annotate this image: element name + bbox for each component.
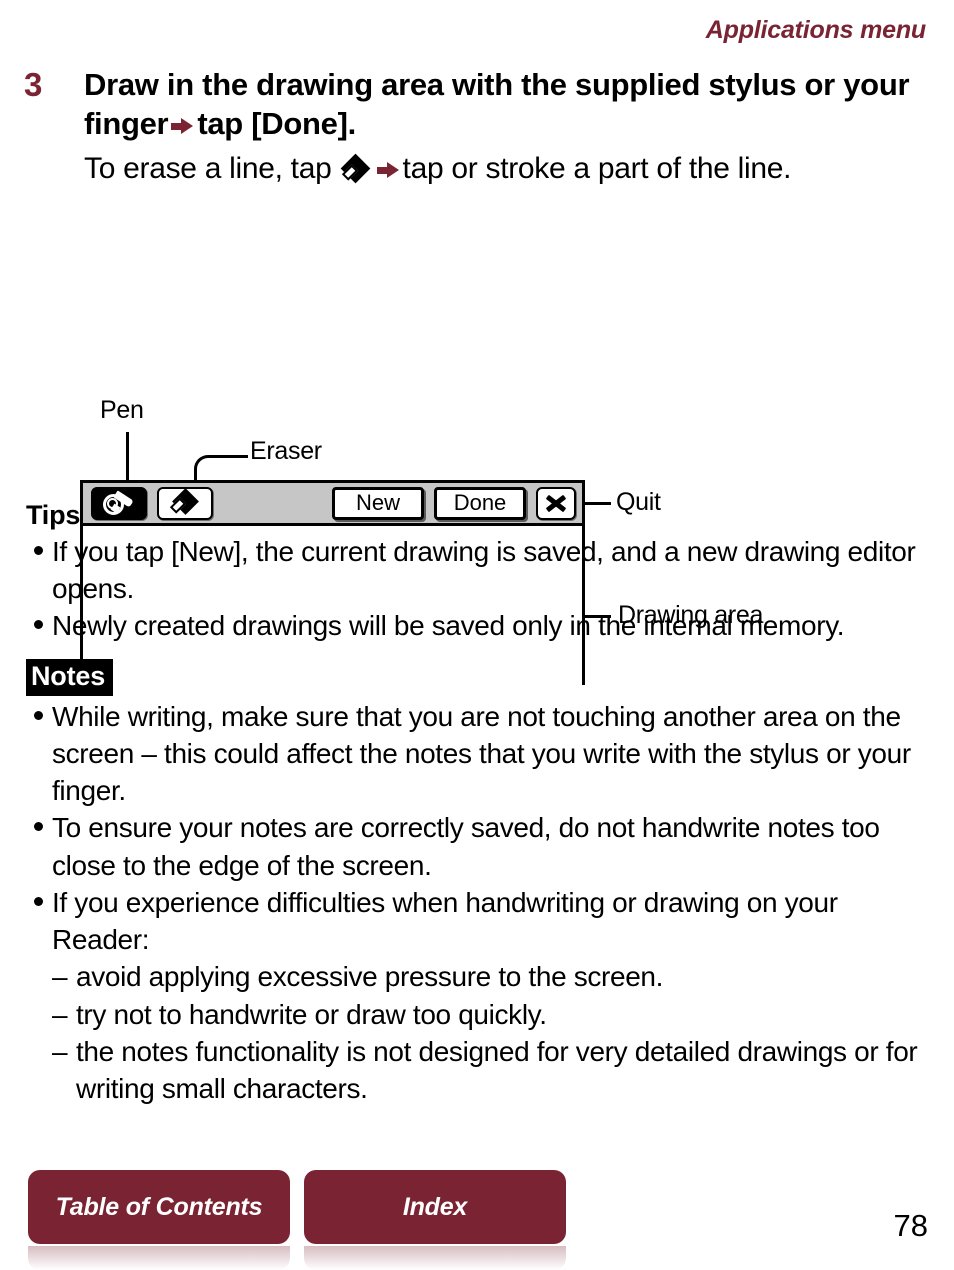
step-subtitle: To erase a line, tap tap or stroke a par… bbox=[84, 149, 930, 188]
notes-heading: Notes bbox=[26, 658, 114, 696]
list-item: While writing, make sure that you are no… bbox=[26, 698, 932, 810]
step-sub-part2: tap or stroke a part of the line. bbox=[402, 151, 792, 185]
notes-list: While writing, make sure that you are no… bbox=[26, 698, 932, 959]
list-item: Newly created drawings will be saved onl… bbox=[26, 607, 932, 644]
tips-heading: Tips bbox=[26, 500, 81, 530]
tips-list: If you tap [New], the current drawing is… bbox=[26, 533, 932, 645]
step-title: Draw in the drawing area with the suppli… bbox=[84, 66, 930, 144]
running-head: Applications menu bbox=[705, 16, 926, 44]
page-number: 78 bbox=[893, 1208, 928, 1243]
list-item: the notes functionality is not designed … bbox=[52, 1033, 932, 1107]
callout-label-pen: Pen bbox=[100, 396, 144, 424]
list-item: try not to handwrite or draw too quickly… bbox=[52, 996, 932, 1033]
step-number: 3 bbox=[24, 66, 43, 103]
arrow-right-icon bbox=[171, 116, 194, 136]
step-body: Draw in the drawing area with the suppli… bbox=[84, 66, 930, 188]
list-item: To ensure your notes are correctly saved… bbox=[26, 809, 932, 883]
list-item: avoid applying excessive pressure to the… bbox=[52, 958, 932, 995]
page-footer: Table of Contents Index 78 bbox=[0, 1160, 954, 1270]
figure-drawing-editor: Pen Eraser Quit Drawing area New Done bbox=[0, 196, 954, 685]
eraser-diamond-icon bbox=[340, 153, 372, 183]
list-item: If you tap [New], the current drawing is… bbox=[26, 533, 932, 607]
content-body: Tips If you tap [New], the current drawi… bbox=[26, 500, 932, 1107]
step-sub-part1: To erase a line, tap bbox=[84, 151, 332, 185]
step-block: 3 Draw in the drawing area with the supp… bbox=[24, 66, 930, 188]
arrow-right-icon bbox=[376, 160, 400, 180]
index-button[interactable]: Index bbox=[304, 1170, 566, 1270]
callout-leader-eraser-horizontal bbox=[215, 455, 248, 458]
callout-label-eraser: Eraser bbox=[250, 437, 322, 465]
callout-leader-eraser-elbow bbox=[194, 455, 216, 475]
notes-sublist: avoid applying excessive pressure to the… bbox=[26, 958, 932, 1107]
list-item: If you experience difficulties when hand… bbox=[26, 884, 932, 958]
table-of-contents-button[interactable]: Table of Contents bbox=[28, 1170, 290, 1270]
step-title-part2: tap [Done]. bbox=[197, 105, 356, 141]
